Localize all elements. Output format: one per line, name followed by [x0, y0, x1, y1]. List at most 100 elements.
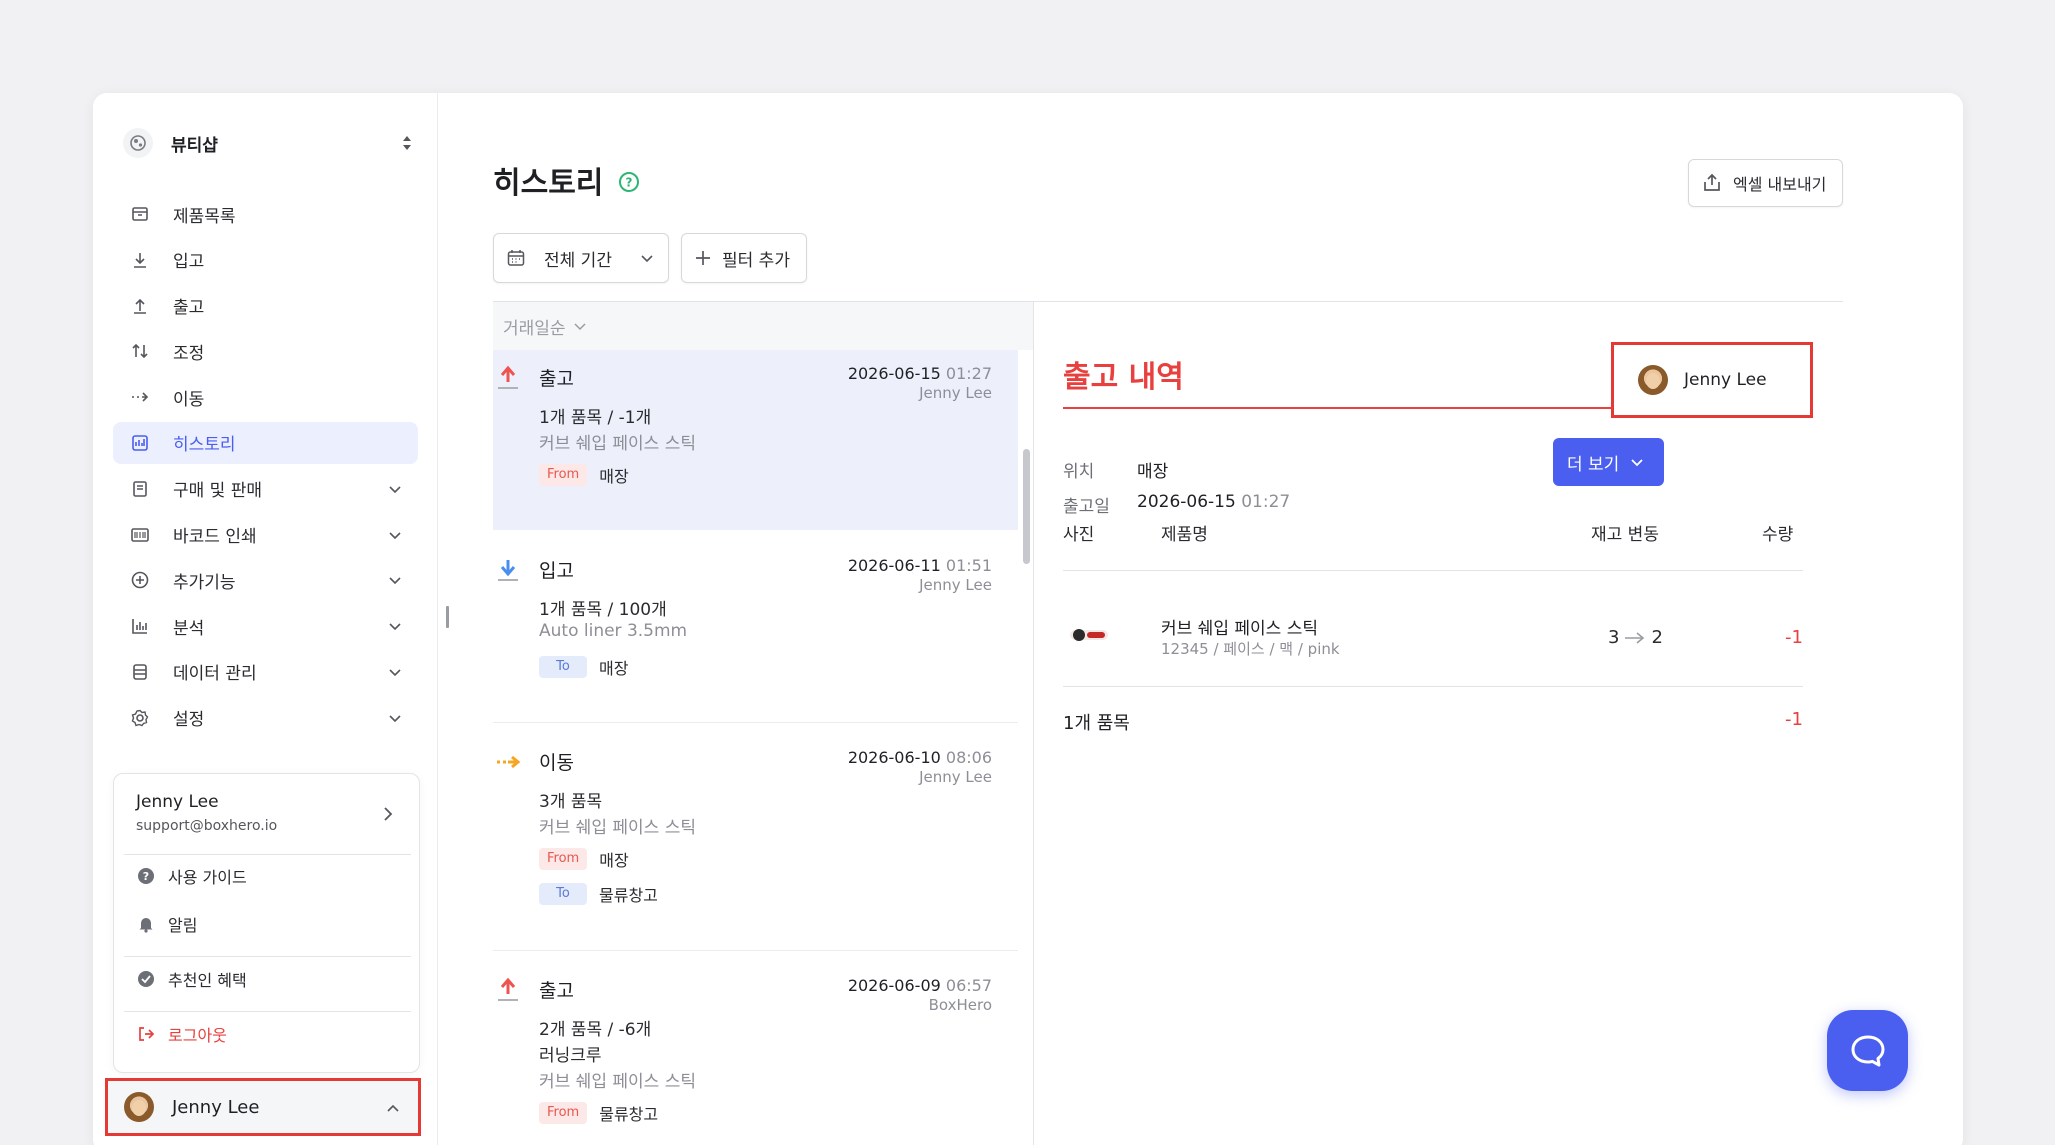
location-value: 매장 [1137, 462, 1169, 482]
svg-text:?: ? [143, 870, 149, 883]
more-button[interactable]: 더 보기 [1553, 438, 1664, 486]
sidebar-item-label: 히스토리 [173, 435, 236, 456]
shop-switcher[interactable]: 뷰티샵 [123, 123, 413, 163]
chevron-up-icon [387, 1104, 399, 1112]
entry-date: 2026-06-15 01:27 [847, 364, 992, 383]
entry-type: 출고 [539, 980, 574, 1002]
sort-label: 거래일순 [503, 318, 566, 339]
product-attributes: 12345 / 페이스 / 맥 / pink [1161, 640, 1340, 658]
divider [124, 956, 411, 957]
shop-switch-icon[interactable] [401, 133, 413, 153]
column-header-photo: 사진 [1063, 525, 1095, 545]
box-icon [129, 203, 151, 225]
main-content: 히스토리 ? 엑셀 내보내기 전체 기간 필터 추가 거래일순 출고 2026-… [438, 93, 1963, 1145]
divider [493, 950, 1018, 951]
sidebar: 뷰티샵 제품목록 입고 출고 조정 이동 히스토리 구매 및 판매 바코드 인쇄… [93, 93, 438, 1145]
shop-name: 뷰티샵 [171, 135, 218, 156]
sidebar-item-products[interactable]: 제품목록 [113, 193, 418, 235]
entry-product: Auto liner 3.5mm [539, 621, 688, 641]
history-entry[interactable]: 이동 2026-06-10 08:06 Jenny Lee 3개 품목 커브 쉐… [493, 734, 1018, 934]
export-excel-button[interactable]: 엑셀 내보내기 [1688, 159, 1843, 207]
sidebar-item-label: 제품목록 [173, 206, 236, 227]
history-entry[interactable]: 입고 2026-06-11 01:51 Jenny Lee 1개 품목 / 10… [493, 542, 1018, 712]
barcode-icon [129, 524, 151, 546]
sort-dropdown[interactable]: 거래일순 [493, 302, 1033, 350]
product-thumbnail [1070, 629, 1108, 641]
from-tag: From [539, 464, 588, 486]
detail-title-underline [1063, 407, 1643, 409]
help-circle-icon[interactable]: ? [618, 171, 640, 193]
period-select[interactable]: 전체 기간 [493, 233, 669, 283]
entry-date: 2026-06-10 08:06 [847, 748, 992, 767]
product-quantity: -1 [1785, 627, 1803, 648]
sidebar-resize-handle[interactable] [446, 606, 449, 628]
gear-icon [129, 707, 151, 729]
sidebar-item-label: 데이터 관리 [173, 664, 257, 685]
detail-title: 출고 내역 [1063, 360, 1184, 395]
user-guide-item[interactable]: ? 사용 가이드 [136, 861, 247, 891]
sidebar-item-addons[interactable]: 추가기능 [113, 559, 418, 601]
more-label: 더 보기 [1567, 454, 1620, 475]
sidebar-item-data[interactable]: 데이터 관리 [113, 651, 418, 693]
sidebar-item-settings[interactable]: 설정 [113, 697, 418, 739]
from-tag: From [539, 848, 588, 870]
sidebar-item-stock-out[interactable]: 출고 [113, 285, 418, 327]
chevron-down-icon [389, 532, 401, 539]
location-label: 위치 [1063, 462, 1095, 482]
user-bar[interactable]: Jenny Lee [105, 1078, 421, 1136]
chat-bubble-icon [1851, 1035, 1884, 1066]
plus-icon [694, 249, 714, 267]
sidebar-item-label: 바코드 인쇄 [173, 527, 257, 548]
sidebar-item-barcode[interactable]: 바코드 인쇄 [113, 514, 418, 556]
divider [124, 854, 411, 855]
sidebar-item-move[interactable]: 이동 [113, 376, 418, 418]
stock-out-icon [498, 365, 518, 389]
entry-partner: 러닝크루 [539, 1046, 602, 1066]
sidebar-item-label: 분석 [173, 618, 205, 639]
calendar-icon [506, 248, 526, 268]
entry-date: 2026-06-11 01:51 [847, 556, 992, 575]
chevron-down-icon [389, 669, 401, 677]
avatar [1638, 365, 1668, 395]
logout-label: 로그아웃 [168, 1026, 227, 1045]
history-entry[interactable]: 출고 2026-06-09 06:57 BoxHero 2개 품목 / -6개 … [493, 962, 1018, 1145]
entry-product: 커브 쉐입 페이스 스틱 [539, 434, 696, 454]
divider [1063, 570, 1803, 571]
entry-type: 출고 [539, 368, 574, 390]
date-value: 2026-06-15 01:27 [1137, 492, 1291, 512]
detail-author: Jenny Lee [1611, 342, 1813, 418]
product-name: 커브 쉐입 페이스 스틱 [1161, 619, 1318, 639]
history-entry[interactable]: 출고 2026-06-15 01:27 Jenny Lee 1개 품목 / -1… [493, 350, 1018, 530]
bar-chart-icon [129, 615, 151, 637]
detail-date-row: 출고일 2026-06-15 01:27 [1063, 492, 1290, 517]
chat-button[interactable] [1827, 1010, 1908, 1091]
sidebar-item-history[interactable]: 히스토리 [113, 421, 418, 464]
stock-out-icon [498, 977, 518, 1001]
sidebar-item-label: 입고 [173, 252, 205, 273]
sidebar-item-analytics[interactable]: 분석 [113, 605, 418, 647]
sidebar-item-stock-in[interactable]: 입고 [113, 239, 418, 281]
stock-change: 3 2 [1608, 627, 1663, 648]
arrow-right-dashed-icon [129, 386, 151, 408]
referral-item[interactable]: 추천인 혜택 [136, 964, 247, 994]
divider [1063, 686, 1803, 687]
chevron-down-icon [574, 323, 586, 331]
logout-item[interactable]: 로그아웃 [136, 1019, 227, 1049]
entry-type: 입고 [539, 560, 574, 582]
logout-icon [136, 1025, 156, 1043]
entry-author: BoxHero [928, 996, 992, 1014]
sidebar-item-adjust[interactable]: 조정 [113, 330, 418, 372]
sidebar-item-purchase-sales[interactable]: 구매 및 판매 [113, 468, 418, 510]
sidebar-item-label: 구매 및 판매 [173, 481, 263, 502]
export-icon [1701, 172, 1725, 194]
scrollbar-thumb[interactable] [1023, 449, 1030, 564]
database-icon [129, 661, 151, 683]
arrow-down-icon [129, 249, 151, 271]
entry-to: To 매장 [539, 655, 628, 679]
list-scrollbar[interactable] [1021, 349, 1031, 1145]
notifications-item[interactable]: 알림 [136, 909, 197, 939]
user-profile-link[interactable]: Jenny Lee support@boxhero.io [114, 774, 419, 854]
add-filter-button[interactable]: 필터 추가 [681, 233, 807, 283]
date-label: 출고일 [1063, 497, 1110, 517]
sidebar-item-label: 조정 [173, 343, 205, 364]
